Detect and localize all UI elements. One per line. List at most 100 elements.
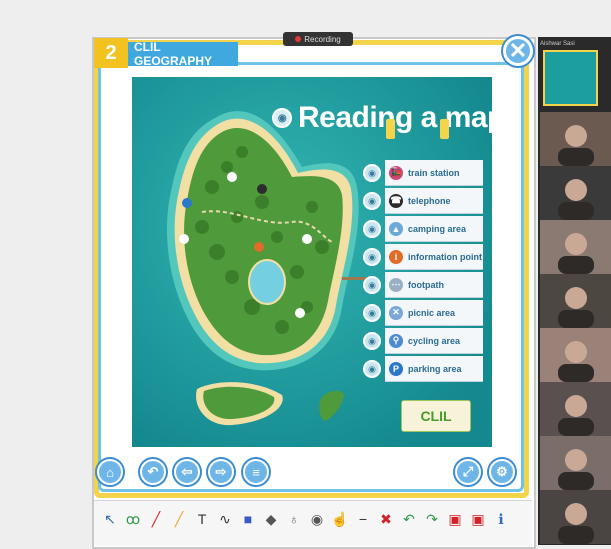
tent-icon: ▲ (389, 221, 403, 236)
legend-card: ✕ picnic area (385, 300, 483, 326)
tape-pin-icon (386, 119, 395, 139)
legend-item: ◉ ▲ camping area (363, 216, 483, 242)
legend-label: parking area (408, 363, 462, 374)
recording-label: Recording (304, 34, 341, 44)
speaker-icon[interactable]: ◉ (272, 108, 292, 128)
avatar (558, 233, 594, 274)
legend-label: cycling area (408, 335, 461, 346)
bicycle-icon: ⚲ (389, 333, 403, 348)
save-tool[interactable]: ▣ (445, 510, 465, 528)
legend-label: camping area (408, 223, 467, 234)
lesson-title: CLIL GEOGRAPHY (128, 40, 238, 68)
redo-tool[interactable]: ↷ (422, 510, 442, 528)
participant-6-video-tile[interactable] (540, 382, 611, 436)
picnic-icon: ✕ (389, 305, 403, 320)
close-button[interactable]: ✕ (503, 36, 533, 66)
participant-1-video-tile[interactable] (540, 112, 611, 166)
avatar (558, 449, 594, 490)
telephone-icon: ☎ (389, 193, 403, 208)
participant-8-video-tile[interactable] (540, 490, 611, 544)
lake (248, 259, 286, 305)
previous-page-button[interactable]: ⇦ (174, 459, 200, 485)
legend-card: i information point (385, 244, 483, 270)
screen-share-thumbnail[interactable] (543, 50, 598, 106)
speaker-icon[interactable]: ◉ (363, 248, 381, 266)
camping-marker (227, 172, 237, 182)
highlighter-tool[interactable]: ╱ (169, 510, 189, 528)
recording-indicator: Recording (283, 32, 353, 46)
speaker-icon[interactable]: ◉ (363, 276, 381, 294)
picnic-marker (295, 308, 305, 318)
telephone-marker (257, 184, 267, 194)
legend-item: ◉ i information point (363, 244, 483, 270)
speaker-icon[interactable]: ◉ (363, 220, 381, 238)
tape-pin-icon (440, 119, 449, 139)
clil-logo: CLIL (401, 400, 471, 432)
legend-label: picnic area (408, 307, 456, 318)
text-tool[interactable]: T (192, 510, 212, 528)
info-tool[interactable]: ℹ (491, 510, 511, 528)
map-title-text: Reading a map (298, 101, 505, 134)
participant-2-video-tile[interactable] (540, 166, 611, 220)
information-marker (254, 242, 264, 252)
legend-item: ◉ Pparking area (363, 356, 483, 382)
undo-tool[interactable]: ↶ (399, 510, 419, 528)
participant-5-video-tile[interactable] (540, 328, 611, 382)
open-tool[interactable]: ▣ (468, 510, 488, 528)
avatar (558, 287, 594, 328)
legend-label: information point (408, 251, 482, 262)
legend-label: footpath (408, 279, 444, 290)
tent-marker (179, 234, 189, 244)
speaker-icon[interactable]: ◉ (363, 360, 381, 378)
spotlight-tool[interactable]: ♁ (284, 510, 304, 528)
menu-button[interactable]: ≡ (243, 459, 269, 485)
legend-item: ◉ ✕ picnic area (363, 300, 483, 326)
legend-card: Pparking area (385, 356, 483, 382)
legend-card: ⋯ footpath (385, 272, 483, 298)
clear-tool[interactable]: ✖ (376, 510, 396, 528)
footpath-icon: ⋯ (389, 277, 403, 292)
lasso-tool[interactable]: ꝏ (123, 510, 143, 528)
curve-tool[interactable]: ∿ (215, 510, 235, 528)
legend-label: train station (408, 167, 460, 178)
avatar (558, 179, 594, 220)
cursor-tool[interactable]: ↖ (100, 510, 120, 528)
legend-item: ◉ ⚲ cycling area (363, 328, 483, 354)
parking-icon: P (389, 361, 403, 376)
legend-item: ◉ ⋯ footpath (363, 272, 483, 298)
pen-tool[interactable]: ╱ (146, 510, 166, 528)
avatar (558, 395, 594, 436)
record-icon (295, 36, 302, 42)
legend-item: ◉ 🚂 train station (363, 160, 483, 186)
legend-card: ☎ telephone (385, 188, 483, 214)
speaker-icon[interactable]: ◉ (363, 164, 381, 182)
fit-screen-button[interactable]: ⤢ (455, 459, 481, 485)
hand-tool[interactable]: ☝ (330, 510, 350, 528)
settings-button[interactable]: ⚙ (489, 459, 515, 485)
train-marker (302, 234, 312, 244)
speaker-icon[interactable]: ◉ (363, 304, 381, 322)
info-icon: i (389, 249, 403, 264)
avatar (558, 341, 594, 382)
home-button[interactable]: ⌂ (97, 459, 123, 485)
participant-3-video-tile[interactable] (540, 220, 611, 274)
participant-7-video-tile[interactable] (540, 436, 611, 490)
legend-card: ⚲ cycling area (385, 328, 483, 354)
legend-item: ◉ ☎ telephone (363, 188, 483, 214)
avatar (558, 503, 594, 544)
legend-card: 🚂 train station (385, 160, 483, 186)
parking-marker (182, 198, 192, 208)
minus-tool[interactable]: − (353, 510, 373, 528)
eraser-tool[interactable]: ◆ (261, 510, 281, 528)
camera-tool[interactable]: ◉ (307, 510, 327, 528)
legend-card: ▲ camping area (385, 216, 483, 242)
presenter-label: Aishwar Sasi (540, 41, 575, 47)
train-icon: 🚂 (389, 165, 403, 180)
participant-4-video-tile[interactable] (540, 274, 611, 328)
shape-tool[interactable]: ■ (238, 510, 258, 528)
next-page-button[interactable]: ⇨ (208, 459, 234, 485)
speaker-icon[interactable]: ◉ (363, 192, 381, 210)
avatar (558, 125, 594, 166)
speaker-icon[interactable]: ◉ (363, 332, 381, 350)
back-button[interactable]: ↶ (140, 459, 166, 485)
